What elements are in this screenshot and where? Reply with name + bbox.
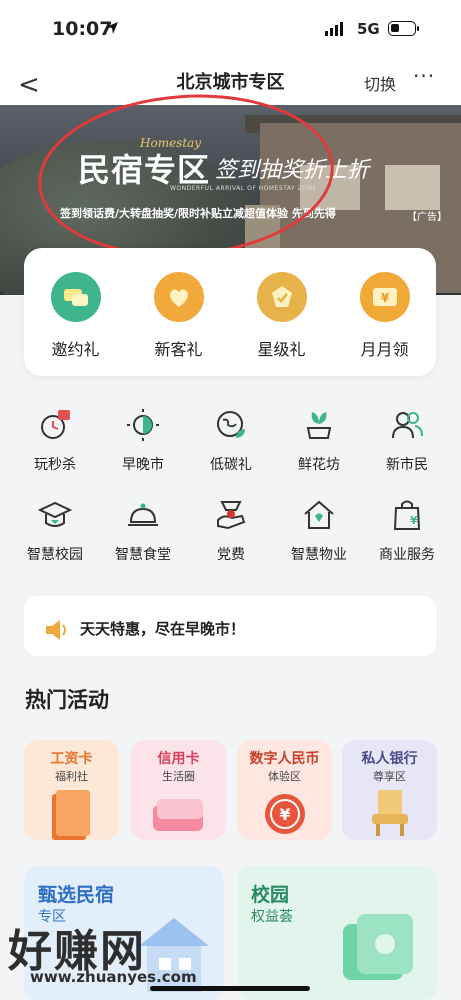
banner-window xyxy=(385,165,440,210)
activity-title: 私人银行 xyxy=(361,751,418,767)
activity-subtitle: 生活圈 xyxy=(162,770,195,783)
ad-tag: 【广告】 xyxy=(407,212,447,223)
invite-gift-label: 邀约礼 xyxy=(51,340,100,359)
activity-subtitle: 尊享区 xyxy=(373,770,406,783)
grid-label: 鲜花坊 xyxy=(298,457,340,473)
gift-card-panel: 邀约礼 新客礼 星级礼 ¥ 月月领 xyxy=(24,248,436,376)
notice-text: 天天特惠，尽在早晚市！ xyxy=(80,620,246,638)
big-card-subtitle: 权益荟 xyxy=(251,909,293,925)
flower-shop-icon xyxy=(302,408,336,442)
grid-label: 党费 xyxy=(217,547,245,563)
grid-item-business-service[interactable]: ¥ 商业服务 xyxy=(362,498,452,564)
grid-label: 玩秒杀 xyxy=(34,457,76,473)
grid-label: 智慧物业 xyxy=(291,547,347,563)
grid-item-day-night-market[interactable]: 早晚市 xyxy=(98,408,188,474)
monthly-coupon-icon: ¥ xyxy=(359,272,410,322)
monthly-coupon-label: 月月领 xyxy=(360,340,409,359)
grid-item-low-carbon-gift[interactable]: 低碳礼 xyxy=(186,408,276,474)
star-level-gift-button[interactable]: 星级礼 xyxy=(230,248,333,360)
grid-label: 智慧食堂 xyxy=(115,547,171,563)
network-type: 5G xyxy=(357,20,380,38)
activity-subtitle: 体验区 xyxy=(268,770,301,783)
digital-rmb-coin-icon: ¥ xyxy=(265,794,305,834)
activity-title: 工资卡 xyxy=(50,751,93,767)
more-options-button[interactable]: ··· xyxy=(413,64,435,88)
low-carbon-gift-icon xyxy=(214,408,248,442)
switch-city-button[interactable]: 切换 xyxy=(364,71,396,95)
smart-property-icon xyxy=(302,498,336,532)
grid-item-smart-property[interactable]: 智慧物业 xyxy=(274,498,364,564)
invite-gift-button[interactable]: 邀约礼 xyxy=(24,248,127,360)
star-level-gift-icon xyxy=(256,272,307,322)
grid-item-flash-sale[interactable]: 玩秒杀 xyxy=(10,408,100,474)
new-customer-gift-icon xyxy=(153,272,204,322)
business-service-icon: ¥ xyxy=(390,498,424,532)
svg-text:¥: ¥ xyxy=(279,805,290,824)
activity-title: 信用卡 xyxy=(157,751,200,767)
new-customer-gift-label: 新客礼 xyxy=(154,340,203,359)
grid-item-smart-campus[interactable]: 智慧校园 xyxy=(10,498,100,564)
grid-label: 低碳礼 xyxy=(210,457,252,473)
activity-card-private-bank[interactable]: 私人银行 尊享区 xyxy=(342,740,437,840)
grid-label: 新市民 xyxy=(386,457,428,473)
credit-card-illustration xyxy=(153,799,203,831)
svg-text:¥: ¥ xyxy=(380,291,389,305)
smart-canteen-icon xyxy=(126,498,160,532)
grid-item-party-fee[interactable]: 党费 xyxy=(186,498,276,564)
new-customer-gift-button[interactable]: 新客礼 xyxy=(127,248,230,360)
grid-item-flower-shop[interactable]: 鲜花坊 xyxy=(274,408,364,474)
activity-card-credit[interactable]: 信用卡 生活圈 xyxy=(131,740,226,840)
location-arrow-icon xyxy=(104,20,120,40)
big-card-title: 校园 xyxy=(251,884,290,906)
invite-gift-icon xyxy=(50,272,101,322)
day-night-market-icon xyxy=(126,408,160,442)
party-fee-icon xyxy=(214,498,248,532)
battery-tip xyxy=(417,26,419,31)
grid-label: 智慧校园 xyxy=(27,547,83,563)
activity-card-salary[interactable]: 工资卡 福利社 xyxy=(24,740,119,840)
speaker-icon xyxy=(44,618,70,646)
grid-label: 早晚市 xyxy=(122,457,164,473)
grid-label: 商业服务 xyxy=(379,547,435,563)
star-level-gift-label: 星级礼 xyxy=(257,340,306,359)
flash-sale-icon xyxy=(38,408,72,442)
smart-campus-icon xyxy=(37,498,73,532)
svg-text:¥: ¥ xyxy=(410,514,418,527)
activity-title: 数字人民币 xyxy=(249,751,320,767)
signal-icon xyxy=(325,22,343,36)
battery-icon xyxy=(388,21,416,36)
big-card-title: 甄选民宿 xyxy=(38,884,115,906)
activity-card-digital-rmb[interactable]: 数字人民币 体验区 ¥ xyxy=(237,740,332,840)
salary-card-illustration xyxy=(52,790,90,840)
grid-item-smart-canteen[interactable]: 智慧食堂 xyxy=(98,498,188,564)
throne-chair-icon xyxy=(372,790,408,836)
campus-benefits-card[interactable]: 校园 权益荟 xyxy=(237,866,437,1000)
watermark-url: www.zhuanyes.com xyxy=(30,968,197,986)
monthly-coupon-button[interactable]: ¥ 月月领 xyxy=(333,248,436,360)
hot-activities-title: 热门活动 xyxy=(25,688,109,712)
new-citizen-icon xyxy=(390,408,424,442)
home-indicator[interactable] xyxy=(150,986,310,991)
activity-subtitle: 福利社 xyxy=(55,770,88,783)
grid-item-new-citizen[interactable]: 新市民 xyxy=(362,408,452,474)
campus-scroll-illustration xyxy=(343,914,413,980)
